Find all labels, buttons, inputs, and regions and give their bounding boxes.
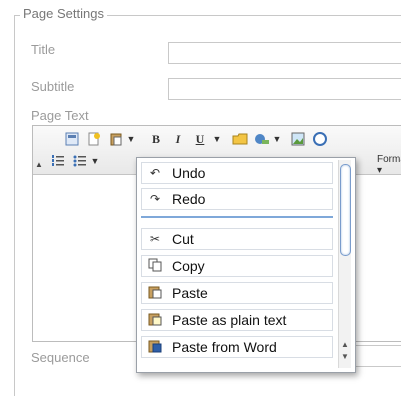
menu-divider [141,216,333,218]
paste-dropdown-arrow[interactable]: ▼ [127,130,136,148]
menu-item-label: Paste [172,285,208,301]
menu-item-label: Copy [172,258,205,274]
menu-item-paste-plain[interactable]: Paste as plain text [141,309,333,331]
image-icon[interactable] [289,130,307,148]
format-dropdown-arrow[interactable]: ▼ [213,130,222,148]
format-label: Format [377,154,401,165]
menu-item-label: Paste from Word [172,339,277,355]
menu-item-label: Redo [172,191,206,207]
page-text-label: Page Text [31,108,89,123]
undo-icon: ↶ [149,166,161,180]
menu-item-paste[interactable]: Paste [141,282,333,304]
copy-icon [144,258,166,275]
link-dropdown-arrow[interactable]: ▼ [273,130,282,148]
cut-icon: ✂ [149,232,161,246]
format-select[interactable]: Format ▾ [377,154,401,176]
scroll-down-icon[interactable]: ▼ [340,352,350,361]
folder-icon[interactable] [231,130,249,148]
bold-button[interactable]: B [147,130,165,148]
title-input[interactable] [168,42,401,64]
redo-icon: ↷ [149,192,161,206]
subtitle-label: Subtitle [31,79,75,94]
bulleted-list-icon[interactable] [71,152,89,170]
toolbar-collapse-icon[interactable]: ▲ [35,160,43,169]
menu-item-redo[interactable]: ↷ Redo [141,188,333,210]
context-menu: ↶ Undo ↷ Redo ✂ Cut Copy Paste Paste as … [136,157,356,373]
scrollbar-thumb[interactable] [340,164,351,256]
subtitle-input[interactable] [168,78,401,100]
paste-word-icon [144,339,166,356]
menu-item-label: Paste as plain text [172,312,287,328]
link-icon[interactable] [253,130,271,148]
menu-item-label: Undo [172,165,206,181]
list-dropdown-arrow[interactable]: ▼ [91,152,100,170]
italic-button[interactable]: I [169,130,187,148]
menu-item-copy[interactable]: Copy [141,255,333,277]
new-page-icon[interactable] [85,130,103,148]
menu-scrollbar[interactable]: ▲ ▼ [338,160,351,368]
page-settings-legend: Page Settings [20,6,107,21]
menu-item-label: Cut [172,231,194,247]
source-icon[interactable] [63,130,81,148]
scroll-up-icon[interactable]: ▲ [340,340,350,349]
title-label: Title [31,42,56,57]
paste-toolbar-icon[interactable] [107,130,125,148]
menu-item-undo[interactable]: ↶ Undo [141,162,333,184]
menu-item-cut[interactable]: ✂ Cut [141,228,333,250]
help-icon[interactable] [311,130,329,148]
underline-button[interactable]: U [191,130,209,148]
paste-icon [144,285,166,302]
menu-item-paste-word[interactable]: Paste from Word [141,336,333,358]
paste-text-icon [144,312,166,329]
sequence-label: Sequence [31,350,90,365]
numbered-list-icon[interactable] [49,152,67,170]
